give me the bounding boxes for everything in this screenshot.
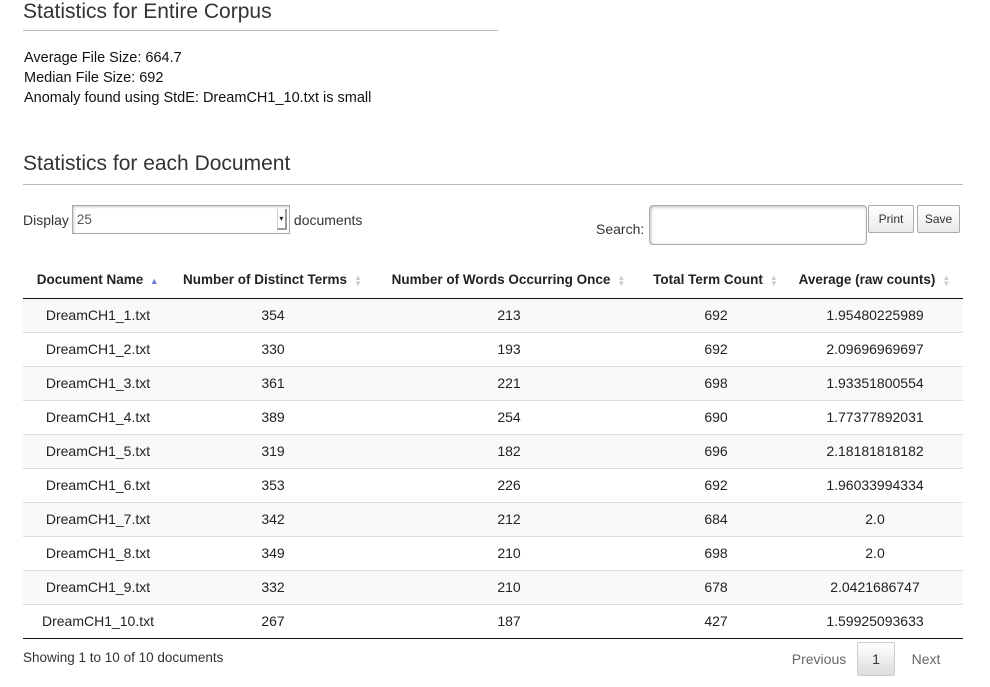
table-header-row: Document Name ▲ Number of Distinct Terms ▲…	[23, 262, 963, 299]
cell-distinct-terms: 389	[173, 399, 373, 434]
page-length-control: Display 25 ▾ documents	[23, 205, 362, 234]
cell-words-once: 213	[373, 298, 645, 332]
cell-words-once: 182	[373, 433, 645, 468]
page-1-button[interactable]: 1	[857, 642, 895, 676]
cell-document-name: DreamCH1_9.txt	[23, 569, 173, 604]
cell-document-name: DreamCH1_10.txt	[23, 603, 173, 639]
column-header-average[interactable]: Average (raw counts) ▲ ▼	[787, 262, 963, 299]
cell-total-term-count: 427	[645, 603, 787, 639]
triangle-up-icon: ▲	[149, 275, 159, 286]
cell-document-name: DreamCH1_2.txt	[23, 331, 173, 366]
cell-words-once: 212	[373, 501, 645, 536]
table-info: Showing 1 to 10 of 10 documents	[23, 650, 224, 665]
cell-distinct-terms: 267	[173, 603, 373, 639]
table-row: DreamCH1_2.txt 330 193 692 2.09696969697	[23, 331, 963, 366]
table-row: DreamCH1_1.txt 354 213 692 1.95480225989	[23, 298, 963, 332]
cell-document-name: DreamCH1_1.txt	[23, 298, 173, 332]
cell-average: 1.95480225989	[787, 298, 963, 332]
table-row: DreamCH1_9.txt 332 210 678 2.0421686747	[23, 569, 963, 604]
sort-arrows-icon: ▲ ▼	[942, 272, 951, 288]
cell-distinct-terms: 332	[173, 569, 373, 604]
dropdown-arrow-icon: ▾	[276, 209, 287, 230]
cell-total-term-count: 678	[645, 569, 787, 604]
cell-average: 2.09696969697	[787, 331, 963, 366]
cell-document-name: DreamCH1_4.txt	[23, 399, 173, 434]
table-row: DreamCH1_10.txt 267 187 427 1.5992509363…	[23, 603, 963, 639]
search-label: Search:	[596, 221, 645, 237]
cell-average: 2.18181818182	[787, 433, 963, 468]
sort-arrows-icon: ▲ ▼	[617, 272, 626, 288]
pagination: Previous 1 Next	[781, 642, 957, 676]
cell-average: 1.59925093633	[787, 603, 963, 639]
cell-average: 2.0	[787, 535, 963, 570]
cell-distinct-terms: 349	[173, 535, 373, 570]
cell-total-term-count: 684	[645, 501, 787, 536]
cell-words-once: 210	[373, 535, 645, 570]
page-length-select[interactable]: 25 ▾	[71, 205, 290, 234]
corpus-stats: Average File Size: 664.7 Median File Siz…	[24, 48, 371, 108]
cell-total-term-count: 692	[645, 298, 787, 332]
page-length-value: 25	[76, 212, 92, 227]
table-row: DreamCH1_8.txt 349 210 698 2.0	[23, 535, 963, 570]
table-row: DreamCH1_3.txt 361 221 698 1.93351800554	[23, 365, 963, 400]
cell-words-once: 226	[373, 467, 645, 502]
previous-page-button[interactable]: Previous	[781, 642, 857, 676]
sort-arrows-icon: ▲ ▼	[354, 272, 362, 288]
cell-total-term-count: 692	[645, 467, 787, 502]
cell-document-name: DreamCH1_7.txt	[23, 501, 173, 536]
average-file-size: Average File Size: 664.7	[24, 50, 182, 66]
cell-distinct-terms: 319	[173, 433, 373, 468]
cell-document-name: DreamCH1_6.txt	[23, 467, 173, 502]
cell-total-term-count: 698	[645, 535, 787, 570]
corpus-heading: Statistics for Entire Corpus	[23, 0, 498, 31]
cell-total-term-count: 696	[645, 433, 787, 468]
cell-distinct-terms: 342	[173, 501, 373, 536]
cell-distinct-terms: 330	[173, 331, 373, 366]
cell-words-once: 193	[373, 331, 645, 366]
cell-total-term-count: 690	[645, 399, 787, 434]
document-stats-table: Document Name ▲ Number of Distinct Terms ▲…	[23, 262, 963, 639]
cell-document-name: DreamCH1_5.txt	[23, 433, 173, 468]
display-label: Display	[23, 211, 69, 228]
cell-words-once: 221	[373, 365, 645, 400]
cell-average: 2.0421686747	[787, 569, 963, 604]
cell-average: 1.77377892031	[787, 399, 963, 434]
table-row: DreamCH1_5.txt 319 182 696 2.18181818182	[23, 433, 963, 468]
cell-words-once: 187	[373, 603, 645, 639]
cell-distinct-terms: 354	[173, 298, 373, 332]
cell-average: 1.93351800554	[787, 365, 963, 400]
table-row: DreamCH1_7.txt 342 212 684 2.0	[23, 501, 963, 536]
median-file-size: Median File Size: 692	[24, 70, 164, 86]
cell-distinct-terms: 353	[173, 467, 373, 502]
documents-label: documents	[293, 211, 363, 228]
cell-total-term-count: 698	[645, 365, 787, 400]
next-page-button[interactable]: Next	[895, 642, 957, 676]
documents-heading: Statistics for each Document	[23, 152, 963, 185]
save-button[interactable]: Save	[917, 205, 960, 233]
cell-total-term-count: 692	[645, 331, 787, 366]
cell-average: 2.0	[787, 501, 963, 536]
search-input[interactable]	[649, 205, 867, 245]
cell-words-once: 254	[373, 399, 645, 434]
column-header-distinct-terms[interactable]: Number of Distinct Terms ▲ ▼	[173, 262, 373, 299]
table-row: DreamCH1_6.txt 353 226 692 1.96033994334	[23, 467, 963, 502]
column-header-total-term-count[interactable]: Total Term Count ▲ ▼	[645, 262, 787, 299]
column-header-words-once[interactable]: Number of Words Occurring Once ▲ ▼	[373, 262, 645, 299]
sort-arrows-icon: ▲ ▼	[769, 272, 778, 288]
cell-distinct-terms: 361	[173, 365, 373, 400]
anomaly-message: Anomaly found using StdE: DreamCH1_10.tx…	[24, 90, 372, 106]
cell-words-once: 210	[373, 569, 645, 604]
cell-document-name: DreamCH1_3.txt	[23, 365, 173, 400]
column-header-document-name[interactable]: Document Name ▲	[23, 262, 173, 299]
print-button[interactable]: Print	[868, 205, 914, 233]
table-row: DreamCH1_4.txt 389 254 690 1.77377892031	[23, 399, 963, 434]
cell-document-name: DreamCH1_8.txt	[23, 535, 173, 570]
cell-average: 1.96033994334	[787, 467, 963, 502]
